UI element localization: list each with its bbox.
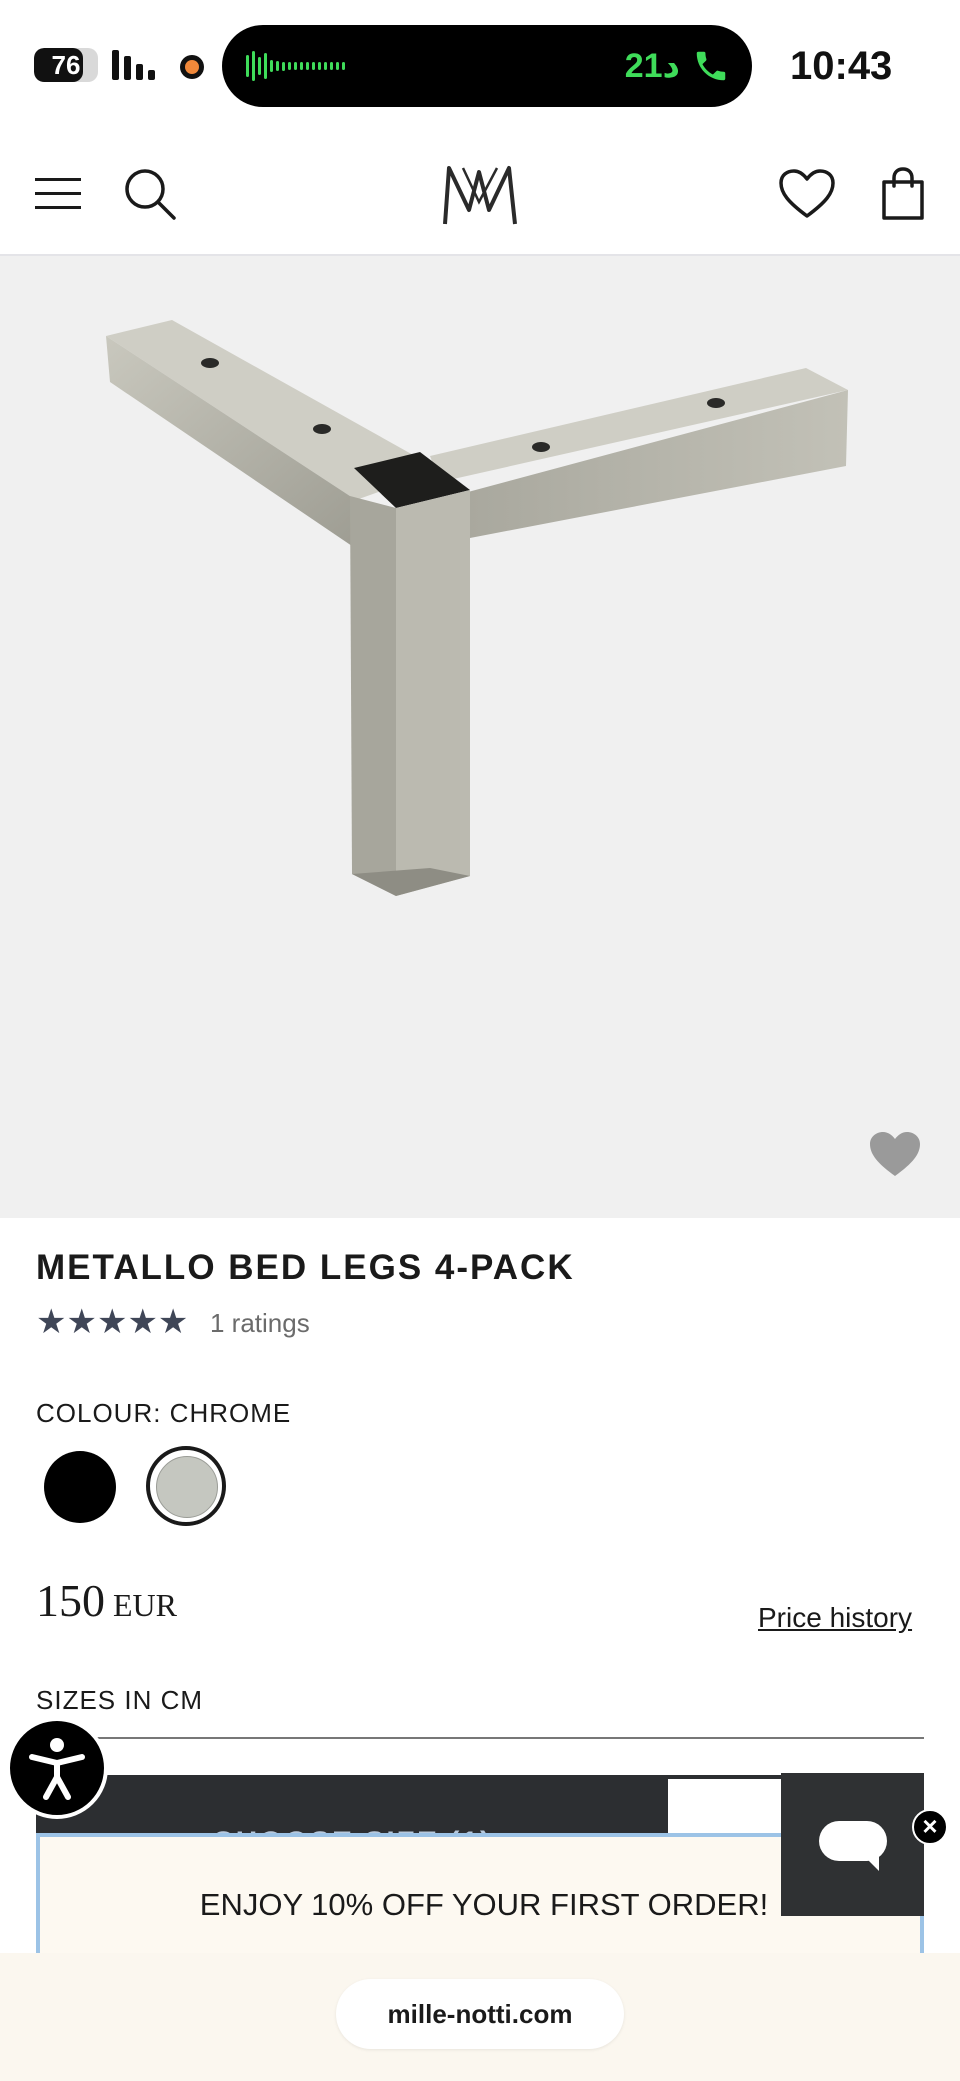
bed-leg-illustration xyxy=(106,320,848,896)
colour-swatch-chrome[interactable] xyxy=(146,1446,226,1526)
site-logo[interactable] xyxy=(436,160,524,230)
microphone-indicator-icon xyxy=(180,55,204,79)
price-amount: 150 xyxy=(36,1575,105,1626)
price-currency: EUR xyxy=(113,1587,177,1623)
close-promo-icon[interactable]: × xyxy=(912,1809,948,1845)
search-icon xyxy=(125,169,176,220)
rating-stars[interactable]: ★★★★★ xyxy=(36,1302,188,1342)
call-duration: 21د xyxy=(624,47,680,85)
sizes-label: SIZES IN CM xyxy=(36,1685,204,1715)
product-image[interactable] xyxy=(0,256,960,1218)
menu-button[interactable] xyxy=(30,166,86,222)
wishlist-button[interactable] xyxy=(774,164,840,224)
status-time: 10:43 xyxy=(790,44,893,88)
search-button[interactable] xyxy=(120,164,180,224)
phone-icon xyxy=(696,51,726,81)
heart-outline-icon xyxy=(779,169,835,218)
accessibility-icon xyxy=(29,1738,85,1800)
battery-percent: 76 xyxy=(51,50,81,80)
colour-swatch-black[interactable] xyxy=(44,1451,116,1523)
battery-indicator: 76 xyxy=(34,48,98,82)
chat-tail-icon xyxy=(861,1853,879,1871)
dynamic-island-call[interactable]: 21د xyxy=(222,25,752,107)
sizes-divider xyxy=(36,1737,924,1739)
hamburger-icon xyxy=(35,178,81,209)
chat-button[interactable] xyxy=(781,1773,924,1916)
colour-label: COLOUR: CHROME xyxy=(36,1398,292,1428)
logo-monogram-icon xyxy=(443,166,517,225)
price-history-link[interactable]: Price history xyxy=(758,1600,912,1636)
product-title: METALLO BED LEGS 4-PACK xyxy=(36,1248,575,1287)
address-bar[interactable]: mille-notti.com xyxy=(336,1979,624,2049)
cart-button[interactable] xyxy=(874,162,932,226)
shopping-bag-icon xyxy=(882,167,924,220)
ratings-count[interactable]: 1 ratings xyxy=(210,1306,310,1340)
product-price: 150 EUR xyxy=(36,1573,177,1629)
site-header xyxy=(0,130,960,256)
cellular-signal-icon xyxy=(112,50,160,80)
browser-bottom-bar: mille-notti.com xyxy=(0,1953,960,2081)
audio-waveform-icon xyxy=(246,51,345,81)
status-bar: 76 21د 10:43 xyxy=(0,0,960,130)
accessibility-button[interactable] xyxy=(6,1717,108,1819)
image-wishlist-heart-icon[interactable] xyxy=(868,1130,922,1178)
